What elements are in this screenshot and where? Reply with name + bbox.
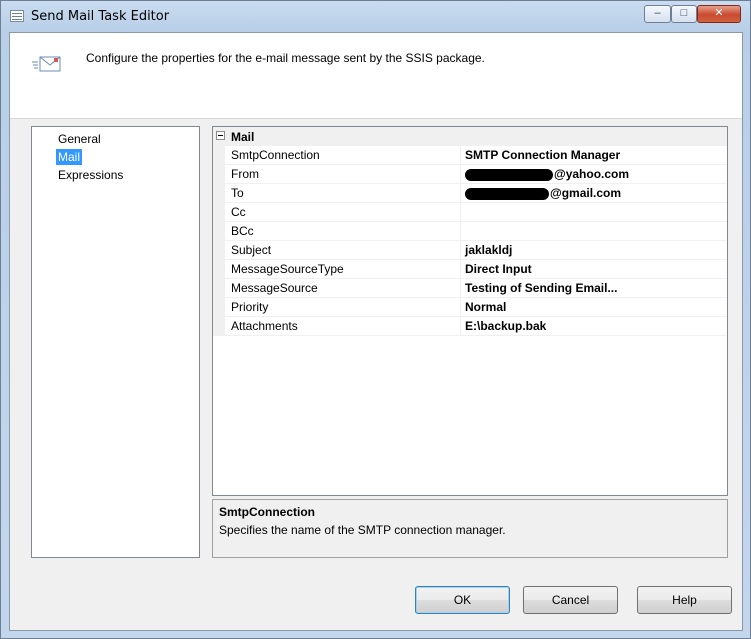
row-gutter: [213, 184, 225, 203]
property-value[interactable]: SMTP Connection Manager: [461, 146, 727, 165]
row-gutter: [213, 317, 225, 336]
nav-item-mail[interactable]: Mail: [56, 149, 83, 165]
property-name: MessageSource: [225, 279, 461, 298]
row-gutter: [213, 279, 225, 298]
property-row-cc[interactable]: Cc: [213, 203, 727, 222]
property-value[interactable]: E:\backup.bak: [461, 317, 727, 336]
property-row-messagesourcetype[interactable]: MessageSourceType Direct Input: [213, 260, 727, 279]
header-description: Configure the properties for the e-mail …: [86, 51, 485, 65]
property-value[interactable]: [461, 203, 727, 222]
property-name: MessageSourceType: [225, 260, 461, 279]
cancel-button[interactable]: Cancel: [523, 586, 618, 614]
send-mail-task-editor-window: Send Mail Task Editor – □ ✕ Configure th…: [0, 0, 751, 639]
row-gutter: [213, 222, 225, 241]
description-title: SmtpConnection: [219, 505, 315, 519]
close-button[interactable]: ✕: [697, 5, 741, 23]
row-gutter: [213, 241, 225, 260]
row-gutter: [213, 146, 225, 165]
property-name: SmtpConnection: [225, 146, 461, 165]
property-name: BCc: [225, 222, 461, 241]
minimize-button[interactable]: –: [644, 5, 671, 23]
property-row-messagesource[interactable]: MessageSource Testing of Sending Email..…: [213, 279, 727, 298]
property-name: Priority: [225, 298, 461, 317]
redaction-mark: [465, 168, 553, 181]
nav-item-expressions[interactable]: Expressions: [56, 167, 125, 183]
row-gutter: [213, 260, 225, 279]
property-row-bcc[interactable]: BCc: [213, 222, 727, 241]
property-name: From: [225, 165, 461, 184]
help-button[interactable]: Help: [637, 586, 732, 614]
dialog-client-area: Configure the properties for the e-mail …: [9, 32, 743, 631]
property-name: Attachments: [225, 317, 461, 336]
maximize-button[interactable]: □: [671, 5, 697, 23]
property-value[interactable]: Normal: [461, 298, 727, 317]
property-row-attachments[interactable]: Attachments E:\backup.bak: [213, 317, 727, 336]
property-row-to[interactable]: To @gmail.com: [213, 184, 727, 203]
property-name: Cc: [225, 203, 461, 222]
property-value[interactable]: Direct Input: [461, 260, 727, 279]
page-navigation-list: General Mail Expressions: [31, 126, 200, 558]
property-row-from[interactable]: From @yahoo.com: [213, 165, 727, 184]
window-title: Send Mail Task Editor: [31, 9, 170, 24]
nav-item-general[interactable]: General: [56, 131, 103, 147]
redaction-mark: [465, 187, 549, 200]
property-name: Subject: [225, 241, 461, 260]
property-value[interactable]: jaklakldj: [461, 241, 727, 260]
to-domain: @gmail.com: [550, 186, 622, 200]
property-description-panel: SmtpConnection Specifies the name of the…: [212, 499, 728, 558]
description-text: Specifies the name of the SMTP connectio…: [219, 523, 506, 537]
category-label: Mail: [231, 130, 255, 144]
window-icon: [10, 10, 24, 22]
mail-envelope-icon: [32, 56, 61, 72]
property-value-from[interactable]: @yahoo.com: [461, 165, 727, 184]
row-gutter: [213, 203, 225, 222]
ok-button[interactable]: OK: [415, 586, 510, 614]
property-name: To: [225, 184, 461, 203]
title-bar[interactable]: Send Mail Task Editor – □ ✕: [1, 1, 750, 33]
collapse-icon[interactable]: [216, 131, 225, 140]
property-value[interactable]: [461, 222, 727, 241]
row-gutter: [213, 165, 225, 184]
property-value[interactable]: Testing of Sending Email...: [461, 279, 727, 298]
property-row-priority[interactable]: Priority Normal: [213, 298, 727, 317]
property-grid: Mail SmtpConnection SMTP Connection Mana…: [212, 126, 728, 496]
property-row-subject[interactable]: Subject jaklakldj: [213, 241, 727, 260]
row-gutter: [213, 298, 225, 317]
property-value-to[interactable]: @gmail.com: [461, 184, 727, 203]
dialog-header: Configure the properties for the e-mail …: [10, 33, 742, 119]
from-domain: @yahoo.com: [554, 167, 630, 181]
category-row-mail[interactable]: Mail: [213, 127, 727, 146]
property-row-smtpconnection[interactable]: SmtpConnection SMTP Connection Manager: [213, 146, 727, 165]
